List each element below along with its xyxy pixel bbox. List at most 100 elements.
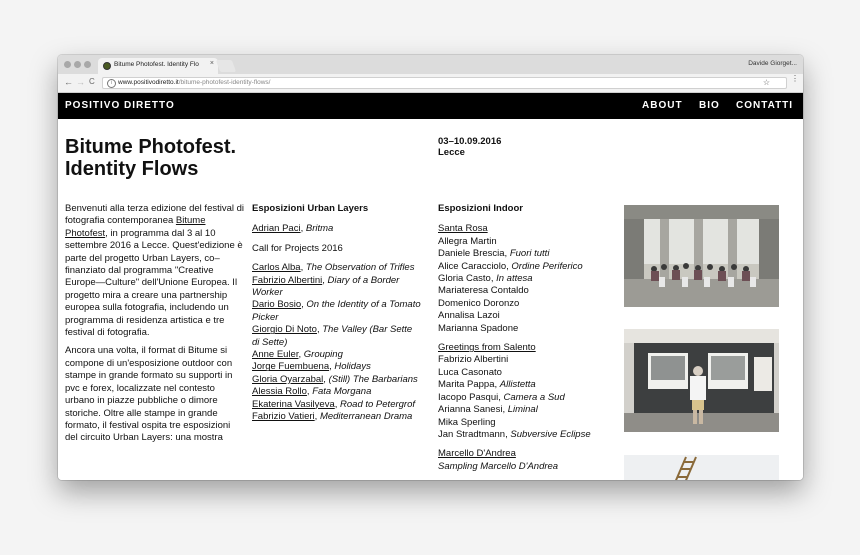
- event-date: 03–10.09.2016: [438, 136, 502, 147]
- indoor-artist-name: Iacopo Pasqui: [438, 391, 499, 403]
- artist-entry: Ekaterina Vasilyeva, Road to Petergrof: [252, 398, 416, 410]
- urban-layers-artist-list: Carlos Alba, The Observation of Trifles F…: [252, 262, 422, 423]
- indoor-artist-name: Marianna Spadone: [438, 322, 519, 334]
- browser-window: Bitume Photofest. Identity Flo × Davide …: [58, 55, 803, 480]
- url-host: www.positivodiretto.it: [118, 79, 179, 86]
- indoor-artist-work: Fuori tutti: [509, 248, 550, 260]
- indoor-artist-name: Gloria Casto: [438, 273, 491, 285]
- artist-link[interactable]: Giorgio Di Noto: [252, 324, 317, 335]
- indoor-artist-entry: Fabrizio Albertini: [438, 354, 618, 366]
- venue-link[interactable]: Greetings from Salento: [438, 342, 618, 354]
- artist-link[interactable]: Gloria Oyarzabal: [252, 374, 323, 385]
- site-header: POSITIVO DIRETTO ABOUT BIO CONTATTI: [58, 93, 803, 119]
- indoor-artist-name: Jan Stradtmann: [438, 428, 506, 440]
- forward-arrow-icon[interactable]: →: [76, 77, 85, 87]
- favicon-icon: [103, 62, 111, 70]
- indoor-artist-entry: Domenico Doronzo: [438, 298, 618, 310]
- artist-link[interactable]: Alessia Rollo: [252, 386, 307, 397]
- indoor-artist-name: Allegra Martin: [438, 235, 497, 247]
- url-path: /bitume-photofest-identity-flows/: [178, 79, 271, 86]
- maximize-window-icon[interactable]: [84, 61, 91, 68]
- indoor-artist-work: In attesa: [496, 273, 533, 285]
- browser-toolbar: ← → C i www.positivodiretto.it/bitume-ph…: [58, 74, 803, 93]
- indoor-artist-entry: Mika Sperling: [438, 417, 618, 429]
- close-window-icon[interactable]: [64, 61, 71, 68]
- indoor-artist-entry: Gloria Casto, In attesa: [438, 273, 533, 285]
- indoor-artist-name: Arianna Sanesi: [438, 404, 503, 416]
- artist-entry: Alessia Rollo, Fata Morgana: [252, 386, 372, 398]
- artist-entry: Giorgio Di Noto, The Valley (Bar Sette d…: [252, 324, 413, 348]
- indoor-artist-work: Subversive Eclipse: [510, 428, 591, 440]
- artist-entry: Dario Bosio, On the Identity of a Tomato…: [252, 299, 421, 323]
- artist-work: Mediterranean Drama: [319, 411, 413, 423]
- indoor-artist-entry: Jan Stradtmann, Subversive Eclipse: [438, 428, 591, 440]
- artist-work: (Still) The Barbarians: [328, 373, 418, 385]
- intro-text: Benvenuti alla terza edizione del festiv…: [65, 203, 245, 451]
- indoor-artist-entry: Luca Casonato: [438, 367, 618, 379]
- artist-link[interactable]: Ekaterina Vasilyeva: [252, 399, 335, 410]
- site-brand-link[interactable]: POSITIVO DIRETTO: [65, 100, 175, 111]
- tab-close-icon[interactable]: ×: [210, 60, 214, 67]
- artist-work: The Observation of Trifles: [305, 262, 415, 274]
- indoor-artist-entry: Annalisa Lazoi: [438, 310, 618, 322]
- artist-work: Grouping: [303, 349, 343, 361]
- artist-link[interactable]: Fabrizio Albertini: [252, 275, 322, 286]
- artist-work: Holidays: [334, 361, 371, 373]
- tab-strip: Bitume Photofest. Identity Flo × Davide …: [58, 55, 803, 74]
- artist-entry: Carlos Alba, The Observation of Trifles: [252, 262, 415, 274]
- indoor-artist-name: Daniele Brescia: [438, 248, 505, 260]
- info-icon[interactable]: i: [107, 79, 116, 88]
- intro-paragraph-1: Benvenuti alla terza edizione del festiv…: [65, 203, 245, 339]
- nav-contatti-link[interactable]: CONTATTI: [736, 100, 793, 111]
- indoor-artist-work: Allistetta: [499, 379, 536, 391]
- event-date-block: 03–10.09.2016 Lecce: [438, 136, 501, 158]
- minimize-window-icon[interactable]: [74, 61, 81, 68]
- indoor-artist-work: Camera a Sud: [503, 391, 565, 403]
- indoor-artist-name: Annalisa Lazoi: [438, 310, 500, 322]
- nav-about-link[interactable]: ABOUT: [642, 100, 683, 111]
- artist-entry: Jorge Fuembuena, Holidays: [252, 361, 371, 373]
- artist-link[interactable]: Adrian Paci: [252, 223, 301, 234]
- profile-name[interactable]: Davide Giorget...: [748, 60, 797, 67]
- artist-entry: Gloria Oyarzabal, (Still) The Barbarians: [252, 373, 418, 385]
- call-for-projects-label: Call for Projects 2016: [252, 242, 343, 254]
- artist-link[interactable]: Dario Bosio: [252, 299, 301, 310]
- exhibition-photo-visitor: [624, 329, 779, 432]
- artist-link[interactable]: Fabrizio Vatieri: [252, 411, 315, 422]
- bookmark-star-icon[interactable]: ☆: [763, 78, 770, 87]
- new-tab-button[interactable]: [215, 60, 237, 72]
- nav-bio-link[interactable]: BIO: [699, 100, 720, 111]
- urban-layers-column: Esposizioni Urban Layers Adrian Paci, Br…: [252, 203, 422, 424]
- venue-link[interactable]: Marcello D'Andrea: [438, 448, 618, 460]
- indoor-artist-name: Mariateresa Contaldo: [438, 285, 529, 297]
- address-bar[interactable]: i www.positivodiretto.it/bitume-photofes…: [102, 77, 787, 89]
- urban-layers-heading: Esposizioni Urban Layers: [252, 203, 369, 214]
- indoor-artist-entry: Alice Caracciolo, Ordine Periferico: [438, 260, 583, 272]
- indoor-artist-work: Liminal: [507, 404, 538, 416]
- intro-text-before: Benvenuti alla terza edizione del festiv…: [65, 203, 245, 227]
- indoor-artist-entry: Daniele Brescia, Fuori tutti: [438, 248, 550, 260]
- reload-icon[interactable]: C: [89, 77, 95, 87]
- artist-entry: Anne Euler, Grouping: [252, 349, 343, 361]
- indoor-artist-name: Marita Pappa: [438, 379, 495, 391]
- indoor-artist-entry: Marianna Spadone: [438, 323, 618, 335]
- indoor-artist-entry: Arianna Sanesi, Liminal: [438, 404, 538, 416]
- indoor-column: Esposizioni Indoor Santa Rosa Allegra Mar…: [438, 203, 618, 473]
- indoor-artist-name: Domenico Doronzo: [438, 297, 520, 309]
- url-text[interactable]: www.positivodiretto.it/bitume-photofest-…: [118, 79, 270, 86]
- indoor-artist-name: Mika Sperling: [438, 416, 496, 428]
- back-arrow-icon[interactable]: ←: [64, 77, 73, 87]
- artist-link[interactable]: Carlos Alba: [252, 262, 301, 273]
- venue-link[interactable]: Santa Rosa: [438, 223, 618, 235]
- venue-subtitle: Sampling Marcello D'Andrea: [438, 460, 559, 472]
- browser-tab[interactable]: Bitume Photofest. Identity Flo ×: [98, 58, 218, 74]
- indoor-heading: Esposizioni Indoor: [438, 203, 523, 214]
- artist-entry: Fabrizio Vatieri, Mediterranean Drama: [252, 411, 413, 423]
- artist-work: Britma: [305, 223, 334, 235]
- indoor-artist-work: Ordine Periferico: [511, 260, 583, 272]
- indoor-artist-entry: Marita Pappa, Allistetta: [438, 379, 536, 391]
- artist-link[interactable]: Jorge Fuembuena: [252, 361, 329, 372]
- exhibition-photo-installation: [624, 455, 779, 480]
- browser-menu-icon[interactable]: ⋮: [791, 74, 799, 83]
- artist-link[interactable]: Anne Euler: [252, 349, 298, 360]
